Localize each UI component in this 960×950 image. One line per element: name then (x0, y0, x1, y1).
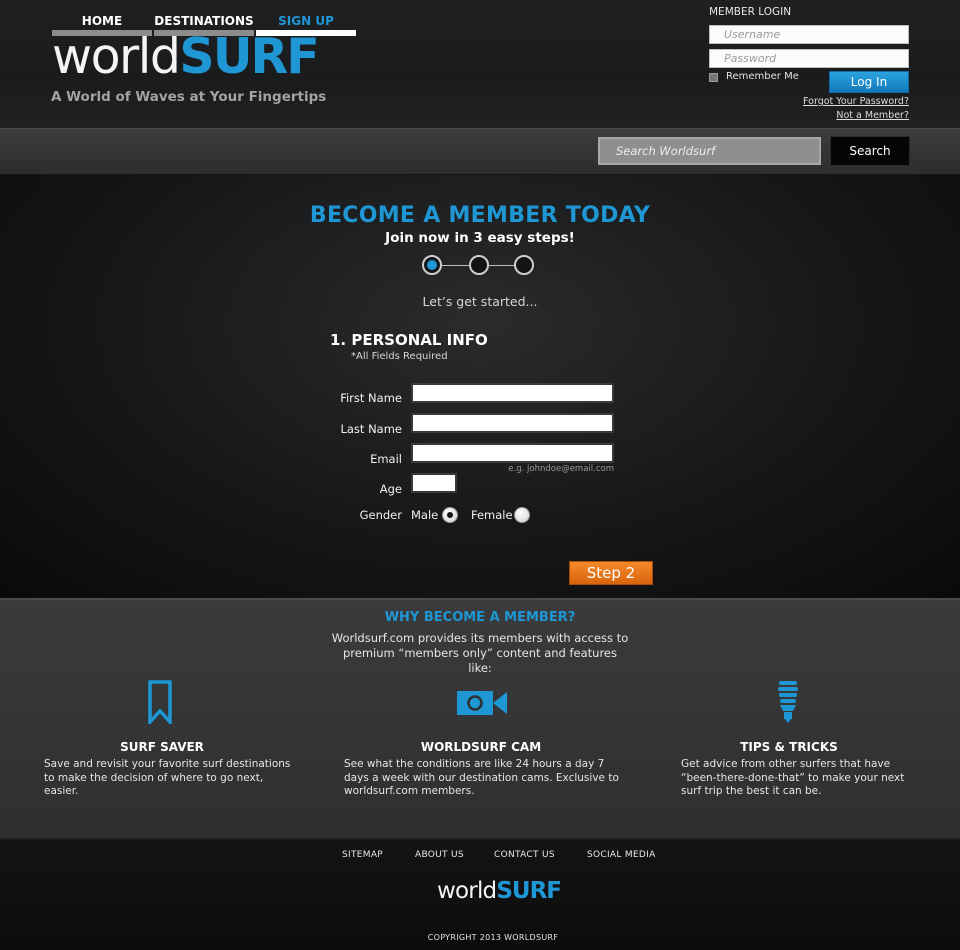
get-started-text: Let’s get started... (422, 294, 538, 309)
bookmark-icon (148, 680, 172, 728)
remember-me-label: Remember Me (726, 71, 799, 82)
last-name-label: Last Name (340, 422, 402, 436)
logo-text-light: world (52, 28, 181, 85)
site-logo[interactable]: worldSURF (52, 32, 320, 81)
forgot-password-link[interactable]: Forgot Your Password? (803, 96, 909, 107)
nav-tab-label: SIGN UP (278, 14, 334, 28)
logo-text-bold: SURF (496, 878, 562, 904)
nav-tab-label: HOME (81, 14, 123, 28)
not-a-member-link[interactable]: Not a Member? (836, 110, 909, 121)
nav-tab-underline (256, 30, 356, 36)
remember-me-checkbox[interactable] (709, 73, 718, 82)
why-member-description: Worldsurf.com provides its members with … (331, 631, 629, 675)
nav-tab-sign-up[interactable]: SIGN UP (256, 13, 356, 36)
age-field[interactable] (411, 473, 457, 493)
gender-female-label: Female (471, 508, 513, 522)
step-progress-indicator (422, 255, 538, 277)
search-button[interactable]: Search (830, 136, 910, 166)
gender-label: Gender (359, 508, 402, 522)
search-input[interactable] (598, 137, 821, 165)
nav-tab-underline (154, 30, 254, 36)
page-title: BECOME A MEMBER TODAY (309, 203, 651, 228)
feature-title: WORLDSURF CAM (420, 740, 542, 754)
username-input[interactable] (709, 25, 909, 44)
first-name-field[interactable] (411, 383, 614, 403)
step-1-dot (422, 255, 442, 275)
first-name-label: First Name (340, 391, 402, 405)
nav-tab-underline (52, 30, 152, 36)
nav-tab-home[interactable]: HOME (52, 13, 152, 36)
gender-male-radio[interactable] (442, 507, 458, 523)
step-connector (489, 265, 516, 266)
nav-tab-destinations[interactable]: DESTINATIONS (154, 13, 254, 36)
email-hint: e.g. johndoe@email.com (508, 464, 614, 474)
nav-tab-label: DESTINATIONS (154, 14, 254, 28)
step-3-dot (514, 255, 534, 275)
copyright-text: COPYRIGHT 2013 WORLDSURF (427, 933, 559, 942)
password-input[interactable] (709, 49, 909, 68)
member-login-title: MEMBER LOGIN (709, 6, 792, 18)
logo-text-bold: SURF (179, 28, 319, 85)
age-label: Age (379, 482, 402, 496)
gender-male-label: Male (411, 508, 439, 522)
feature-title: TIPS & TRICKS (740, 740, 838, 754)
footer-link-social-media[interactable]: SOCIAL MEDIA (587, 850, 656, 860)
footer-link-about-us[interactable]: ABOUT US (415, 850, 464, 860)
lightbulb-icon (776, 680, 800, 728)
feature-description: See what the conditions are like 24 hour… (344, 758, 619, 797)
feature-description: Get advice from other surfers that have … (681, 758, 905, 797)
required-fields-note: *All Fields Required (351, 351, 448, 362)
footer-logo[interactable]: worldSURF (437, 878, 562, 904)
feature-title: SURF SAVER (120, 740, 204, 754)
feature-description: Save and revisit your favorite surf dest… (44, 758, 291, 797)
site-tagline: A World of Waves at Your Fingertips (51, 89, 327, 105)
step-2-button[interactable]: Step 2 (569, 561, 653, 585)
step-2-dot (469, 255, 489, 275)
logo-text-light: world (437, 878, 497, 904)
gender-female-radio[interactable] (514, 507, 530, 523)
video-camera-icon (456, 688, 508, 722)
page-subtitle: Join now in 3 easy steps! (385, 230, 575, 246)
footer-link-contact-us[interactable]: CONTACT US (494, 850, 555, 860)
log-in-button[interactable]: Log In (829, 71, 909, 93)
why-member-title: WHY BECOME A MEMBER? (384, 610, 576, 625)
form-section-title: 1. PERSONAL INFO (330, 331, 488, 349)
email-field[interactable] (411, 443, 614, 463)
email-label: Email (370, 452, 402, 466)
step-connector (442, 265, 469, 266)
last-name-field[interactable] (411, 413, 614, 433)
footer-link-sitemap[interactable]: SITEMAP (342, 850, 383, 860)
